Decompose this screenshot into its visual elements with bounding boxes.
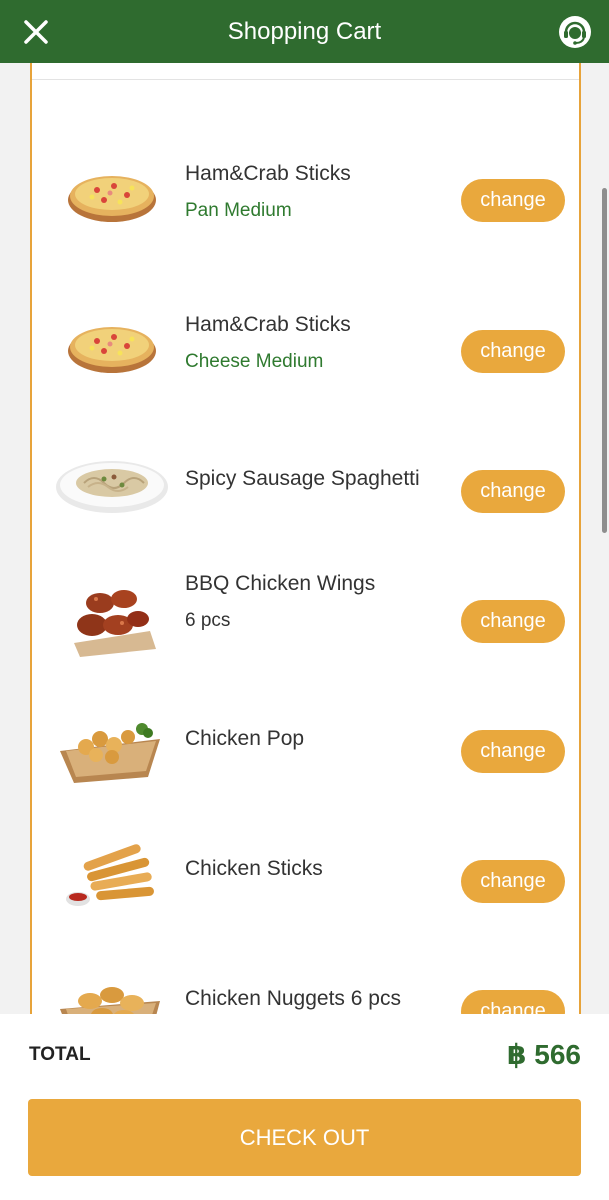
item-option: Cheese Medium	[185, 351, 324, 372]
cart-item: Chicken Pop change	[32, 689, 583, 799]
support-button[interactable]	[555, 12, 595, 52]
item-name: Chicken Pop	[185, 727, 305, 750]
item-text: BBQ Chicken Wings 6 pcs	[185, 571, 460, 633]
total-value: ฿ 566	[507, 1039, 581, 1070]
chicken-nuggets-image	[60, 987, 160, 1014]
item-text: Ham&Crab Sticks Pan Medium	[185, 161, 460, 223]
chicken-pop-image	[60, 723, 160, 783]
change-button[interactable]: change	[461, 330, 565, 373]
chicken-sticks-image	[66, 844, 154, 906]
change-button[interactable]: change	[461, 600, 565, 643]
spaghetti-image	[56, 461, 168, 513]
item-name: Spicy Sausage Spaghetti	[185, 467, 420, 490]
item-text: Ham&Crab Sticks Cheese Medium	[185, 312, 460, 374]
cart-item: Chicken Sticks change	[32, 819, 583, 929]
item-text: Chicken Sticks	[185, 856, 460, 882]
cart-content[interactable]: Ham&Crab Sticks Pan Medium change Ham&Cr…	[0, 63, 609, 1014]
cart-footer: TOTAL ฿ 566 CHECK OUT	[0, 1014, 609, 1200]
close-button[interactable]	[18, 14, 54, 50]
change-button[interactable]: change	[461, 860, 565, 903]
pizza-image	[68, 176, 156, 222]
item-text: Spicy Sausage Spaghetti	[185, 466, 460, 492]
item-name: BBQ Chicken Wings	[185, 572, 376, 595]
cart-item: BBQ Chicken Wings 6 pcs change	[32, 559, 583, 669]
chicken-wings-image	[74, 590, 156, 657]
headset-support-icon	[559, 16, 591, 48]
app-header: Shopping Cart	[0, 0, 609, 63]
item-name: Ham&Crab Sticks	[185, 162, 351, 185]
pizza-image	[68, 327, 156, 373]
item-text: Chicken Nuggets 6 pcs	[185, 986, 460, 1012]
divider	[32, 79, 579, 80]
item-name: Ham&Crab Sticks	[185, 313, 351, 336]
cart-item: Ham&Crab Sticks Cheese Medium change	[32, 289, 583, 399]
page-title: Shopping Cart	[227, 17, 382, 45]
change-button[interactable]: change	[461, 179, 565, 222]
cart-item: Spicy Sausage Spaghetti change	[32, 429, 583, 539]
cart-item: Ham&Crab Sticks Pan Medium change	[32, 138, 583, 248]
item-option: Pan Medium	[185, 200, 292, 221]
item-text: Chicken Pop	[185, 726, 460, 752]
item-name: Chicken Sticks	[185, 857, 323, 880]
cart-list: Ham&Crab Sticks Pan Medium change Ham&Cr…	[30, 63, 581, 1014]
change-button[interactable]: change	[461, 730, 565, 773]
cart-item: Chicken Nuggets 6 pcs change	[32, 949, 583, 1014]
change-button[interactable]: change	[461, 470, 565, 513]
item-option: 6 pcs	[185, 610, 231, 631]
checkout-button[interactable]: CHECK OUT	[28, 1099, 581, 1176]
close-icon	[24, 20, 48, 44]
item-name: Chicken Nuggets 6 pcs	[185, 987, 401, 1010]
total-label: TOTAL	[29, 1044, 91, 1065]
scrollbar[interactable]	[602, 188, 607, 533]
change-button[interactable]: change	[461, 990, 565, 1014]
